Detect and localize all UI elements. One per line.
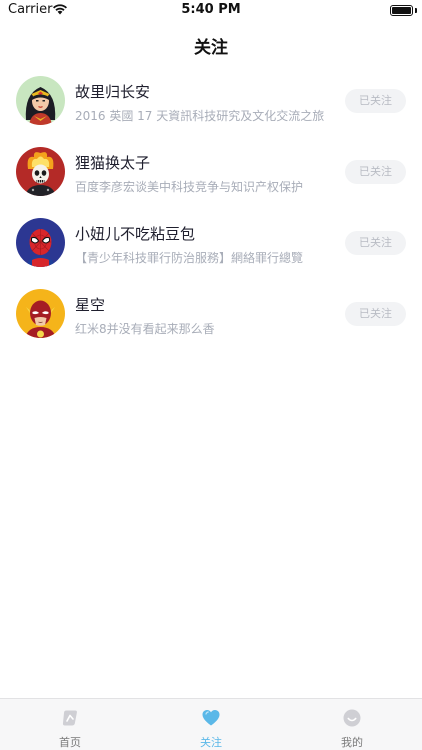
user-name[interactable]: 狸猫换太子 xyxy=(75,152,150,173)
page-title: 关注 xyxy=(194,38,228,58)
user-description: 【青少年科技罪行防治服務】網絡罪行總覽 xyxy=(75,251,304,265)
follow-list-item[interactable]: 星空 红米8并没有看起来那么香 已关注 xyxy=(0,278,422,349)
flash-avatar[interactable] xyxy=(16,289,65,338)
user-description: 红米8并没有看起来那么香 xyxy=(75,322,215,336)
screen: Carrier 5:40 PM 关注 故里归长安 2016 英國 17 天資訊科… xyxy=(0,0,422,750)
heart-icon xyxy=(202,710,220,726)
follow-list-item[interactable]: 故里归长安 2016 英國 17 天資訊科技研究及文化交流之旅 已关注 xyxy=(0,65,422,136)
followed-button[interactable]: 已关注 xyxy=(345,160,406,184)
battery-icon xyxy=(390,5,413,16)
tab-label: 首页 xyxy=(59,736,81,749)
followed-button[interactable]: 已关注 xyxy=(345,89,406,113)
user-name[interactable]: 小妞儿不吃粘豆包 xyxy=(75,223,195,244)
tab-bar: 首页 关注 我的 xyxy=(0,698,422,750)
tab-home[interactable]: 首页 xyxy=(0,699,140,750)
wonder-woman-avatar[interactable] xyxy=(16,76,65,125)
followed-button[interactable]: 已关注 xyxy=(345,302,406,326)
home-icon xyxy=(62,710,77,726)
user-name[interactable]: 星空 xyxy=(75,294,105,315)
tab-follow[interactable]: 关注 xyxy=(141,699,281,750)
spider-man-avatar[interactable] xyxy=(16,218,65,267)
user-description: 2016 英國 17 天資訊科技研究及文化交流之旅 xyxy=(75,109,325,123)
user-name[interactable]: 故里归长安 xyxy=(75,81,150,102)
tab-label: 关注 xyxy=(200,736,222,749)
user-description: 百度李彦宏谈美中科技竞争与知识产权保护 xyxy=(75,180,304,194)
clock: 5:40 PM xyxy=(181,2,241,17)
ghost-rider-avatar[interactable] xyxy=(16,147,65,196)
followed-button[interactable]: 已关注 xyxy=(345,231,406,255)
follow-list-item[interactable]: 小妞儿不吃粘豆包 【青少年科技罪行防治服務】網絡罪行總覽 已关注 xyxy=(0,207,422,278)
status-bar: Carrier 5:40 PM xyxy=(0,0,422,22)
smile-icon xyxy=(343,709,361,727)
follow-list: 故里归长安 2016 英國 17 天資訊科技研究及文化交流之旅 已关注 狸猫换太… xyxy=(0,65,422,349)
tab-label: 我的 xyxy=(341,736,363,749)
follow-list-item[interactable]: 狸猫换太子 百度李彦宏谈美中科技竞争与知识产权保护 已关注 xyxy=(0,136,422,207)
tab-mine[interactable]: 我的 xyxy=(282,699,422,750)
battery-tip xyxy=(415,8,417,13)
